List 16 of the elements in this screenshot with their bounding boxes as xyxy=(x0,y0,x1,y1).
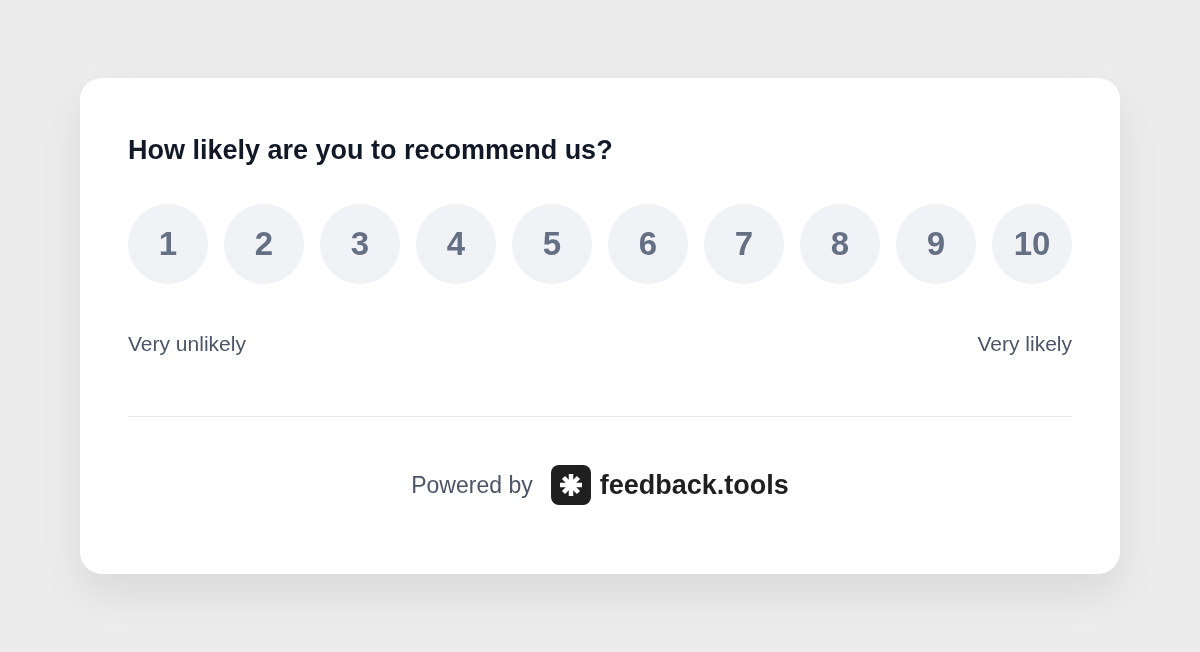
score-option[interactable]: 5 xyxy=(512,204,592,284)
asterisk-logo-icon xyxy=(550,464,591,505)
score-option[interactable]: 9 xyxy=(896,204,976,284)
score-option[interactable]: 3 xyxy=(320,204,400,284)
question-title: How likely are you to recommend us? xyxy=(128,134,614,167)
score-option[interactable]: 8 xyxy=(800,204,880,284)
score-option[interactable]: 4 xyxy=(416,204,496,284)
score-option[interactable]: 1 xyxy=(128,204,208,284)
score-option[interactable]: 6 xyxy=(608,204,688,284)
scale-high-label: Very likely xyxy=(977,331,1072,357)
score-option[interactable]: 10 xyxy=(992,204,1072,284)
score-option[interactable]: 2 xyxy=(224,204,304,284)
scale-low-label: Very unlikely xyxy=(128,331,246,357)
score-option[interactable]: 7 xyxy=(704,204,784,284)
brand-name[interactable]: feedback.tools xyxy=(599,464,789,505)
powered-by-text: Powered by xyxy=(411,470,533,500)
